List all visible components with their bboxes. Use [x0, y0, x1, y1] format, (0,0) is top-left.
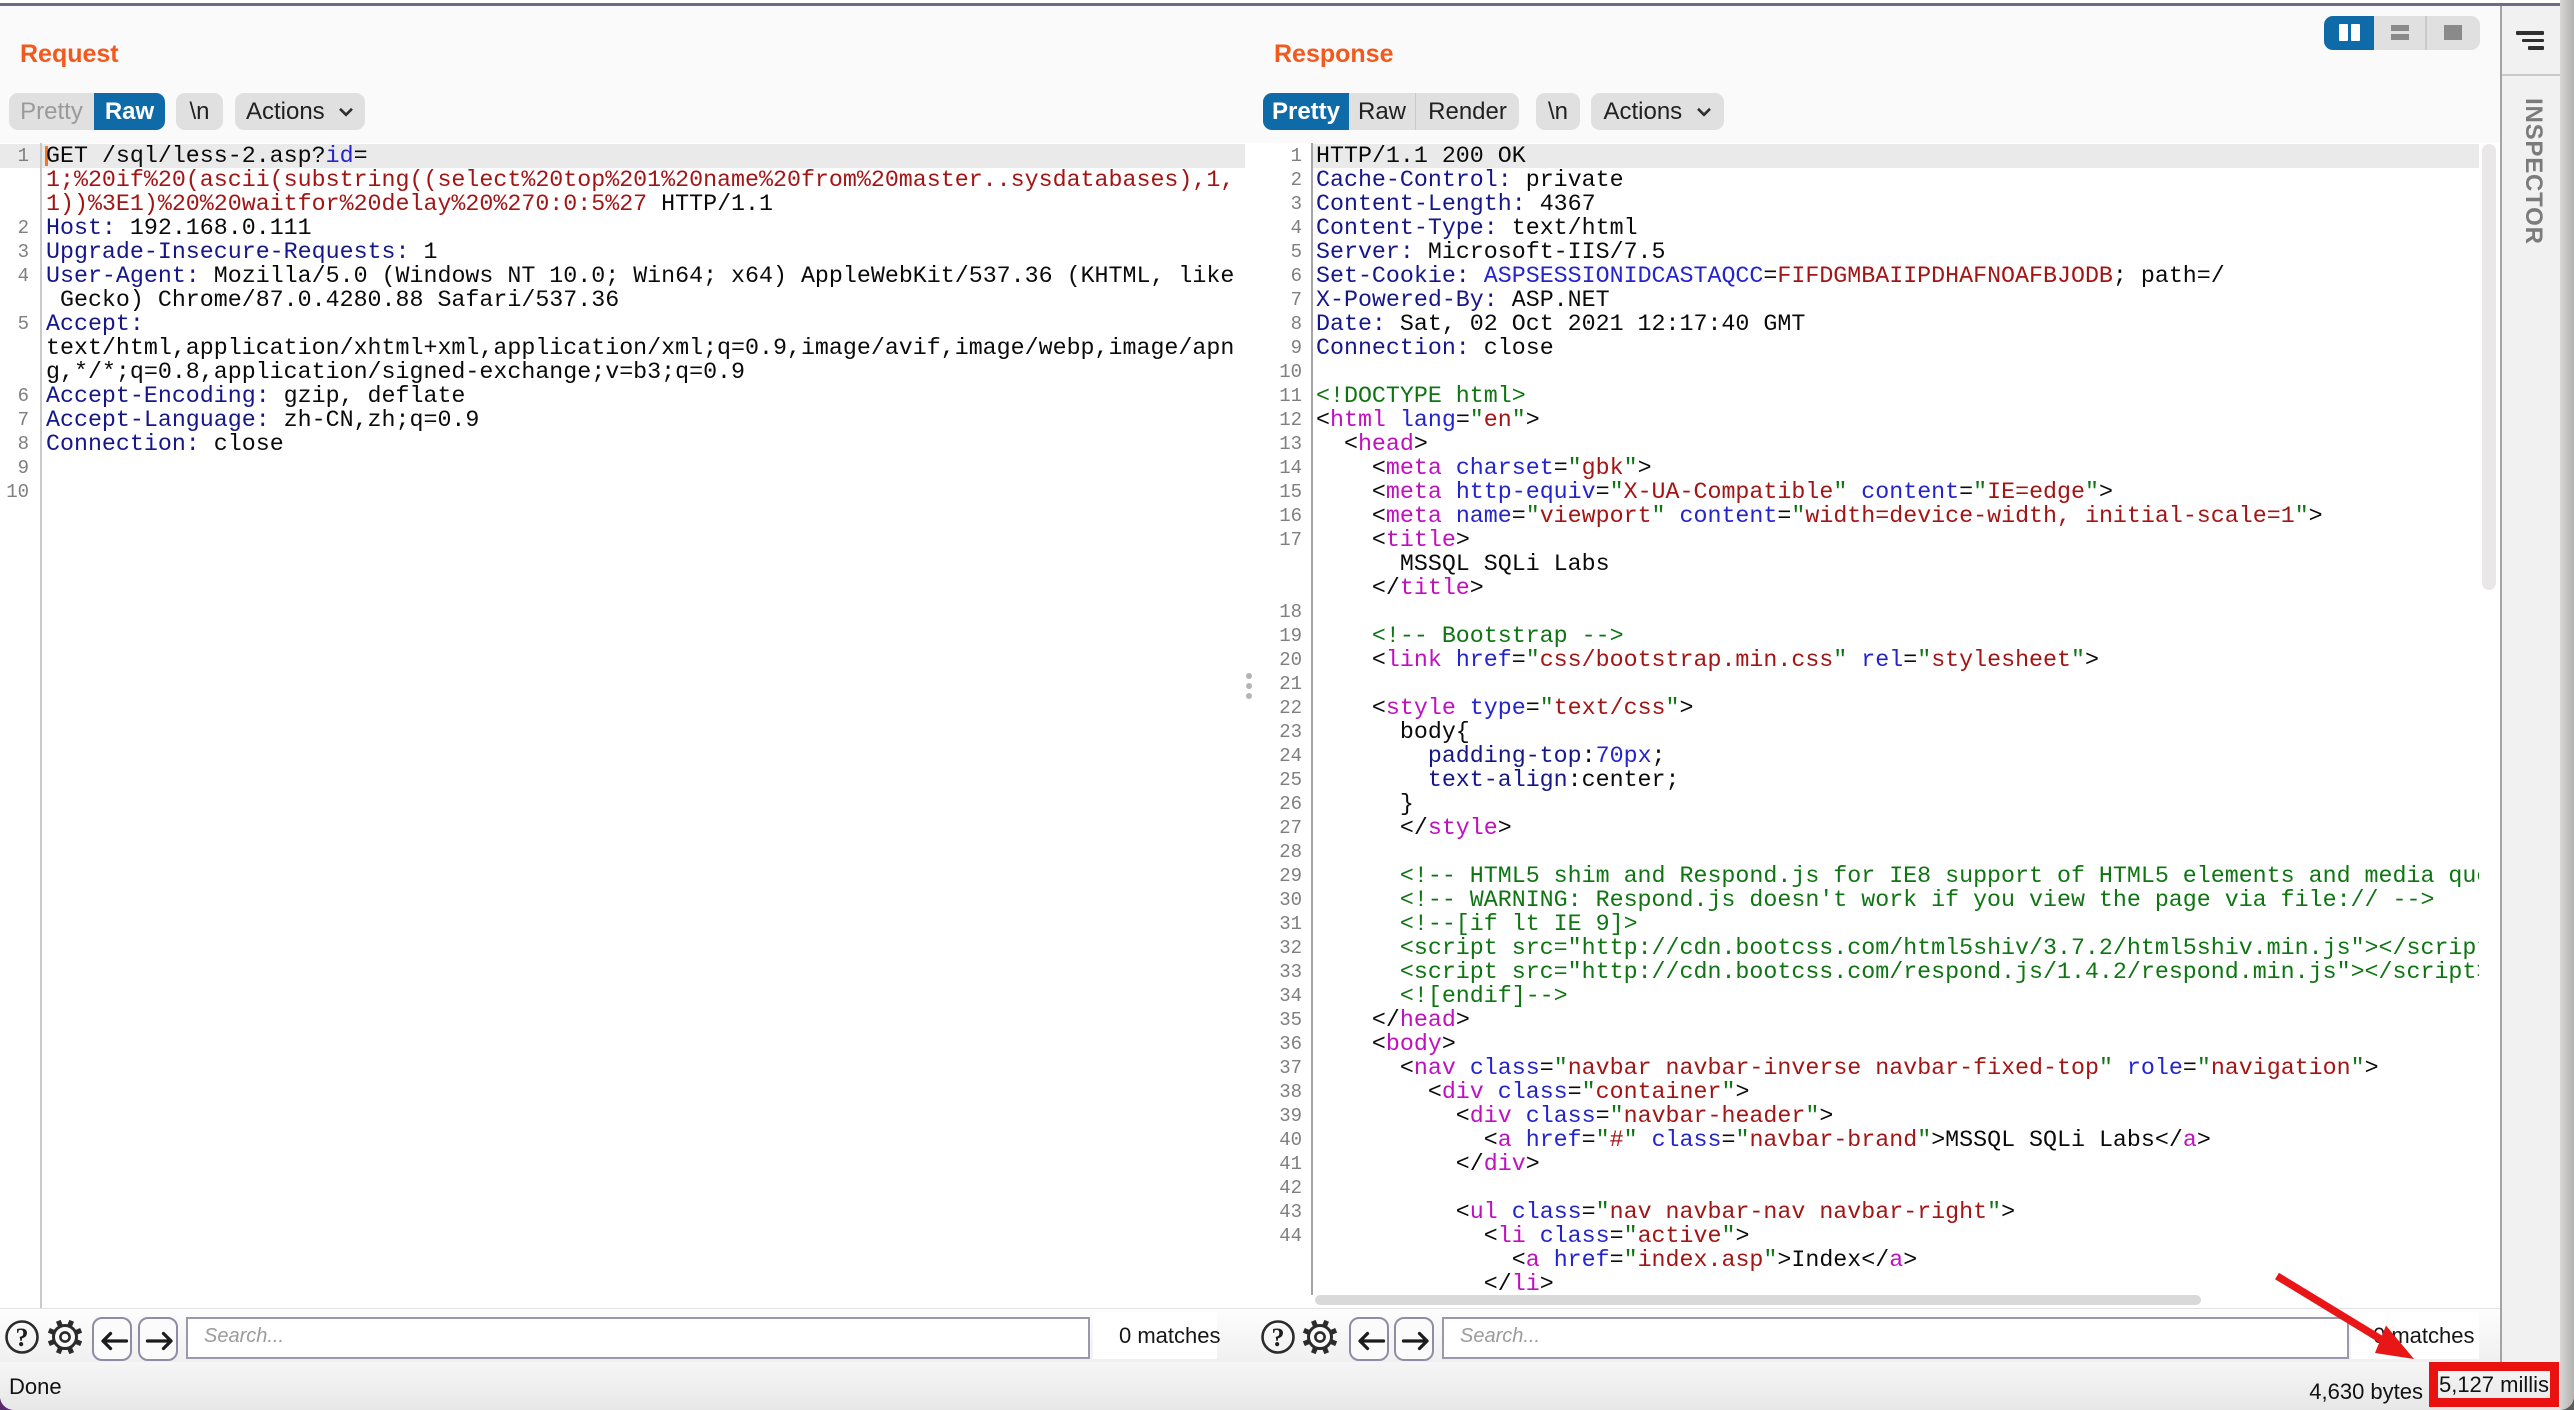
svg-text:?: ? — [16, 1323, 29, 1352]
svg-text:?: ? — [1272, 1323, 1285, 1352]
